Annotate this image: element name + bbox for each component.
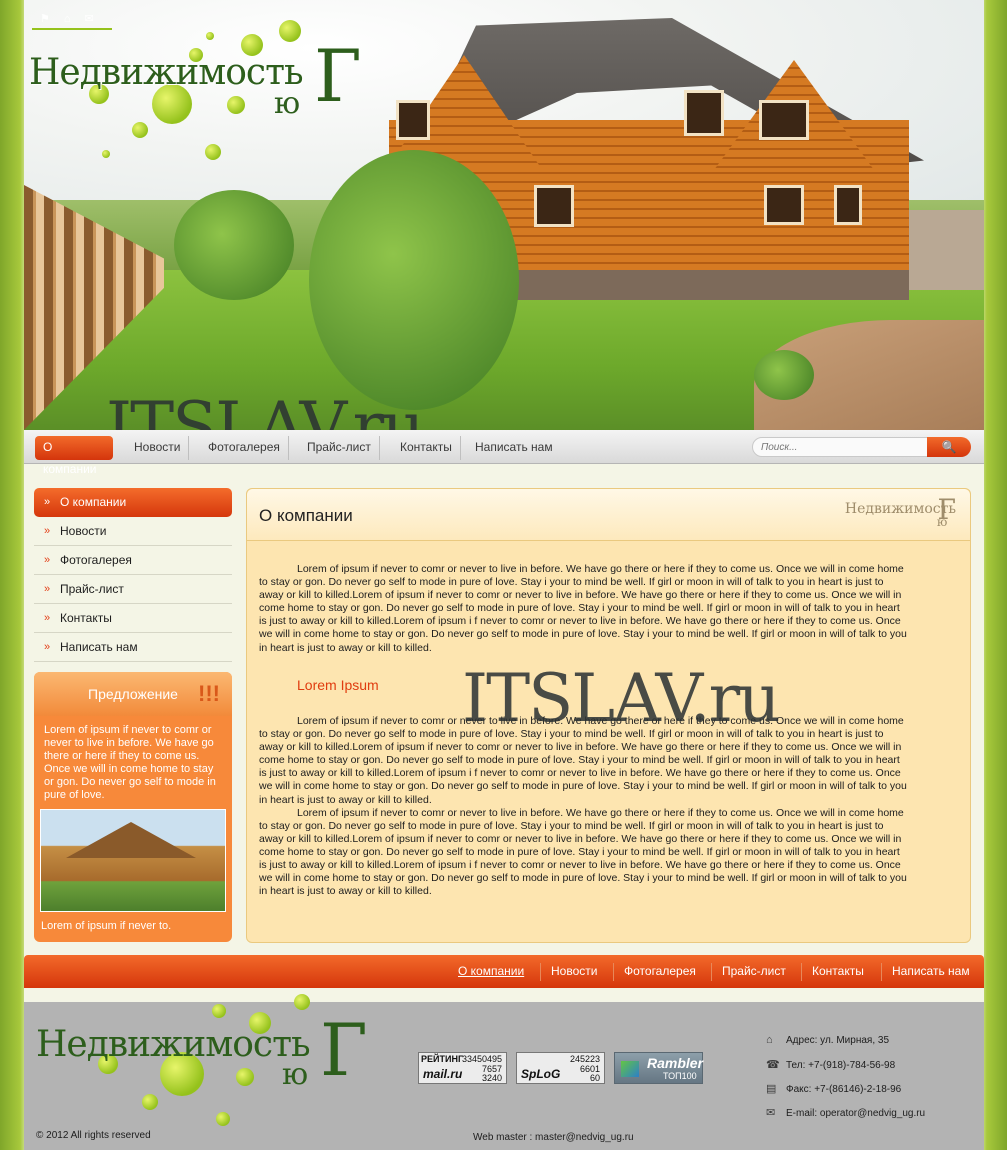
topnav-item-contacts[interactable]: Контакты [392,436,461,460]
footer: Недвижимость ю Г РЕЙТИНГ 33450495 7657 3… [24,994,984,1150]
bottom-nav: О компании Новости Фотогалерея Прайс-лис… [24,955,984,988]
contact-phone: ☎ Тел: +7-(918)-784-56-98 [766,1059,896,1071]
counter-splog[interactable]: 245223 6601 60 SpLoG [516,1052,605,1084]
search-input[interactable] [752,437,930,457]
bottomnav-item-news[interactable]: Новости [540,963,607,981]
header-banner: ⚑ ⌂ ✉ Недвижимость ю Г [24,0,984,430]
bookmark-icon[interactable]: ⚑ [40,10,50,28]
site-logo-yu: ю [274,86,301,121]
arrow-icon: » [44,525,51,537]
sidemenu-item-write[interactable]: » Написать нам [34,633,232,662]
bottomnav-item-write[interactable]: Написать нам [881,963,980,981]
mini-logo: Недвижимость ю Г [844,493,956,529]
site-logo-g: Г [314,34,362,118]
topnav-item-about[interactable]: О компании [35,436,113,476]
contact-fax: ▤ Факс: +7-(86146)-2-18-96 [766,1083,902,1095]
topnav-item-pricelist[interactable]: Прайс-лист [299,436,380,460]
phone-icon: ☎ [766,1059,780,1071]
offer-text: Lorem of ipsum if never to comr or never… [44,724,216,801]
site-logo[interactable]: Недвижимость [29,52,304,93]
content-paragraph-2: Lorem of ipsum if never to comr or never… [259,715,907,898]
top-icons: ⚑ ⌂ ✉ [32,10,112,30]
page: ⚑ ⌂ ✉ Недвижимость ю Г ITSLAV.ru О компа… [24,0,984,1150]
topnav-item-write[interactable]: Написать нам [467,436,561,460]
contact-address: ⌂ Адрес: ул. Мирная, 35 [766,1034,890,1046]
bottomnav-item-gallery[interactable]: Фотогалерея [613,963,706,981]
contact-email[interactable]: ✉ E-mail: operator@nedvig_ug.ru [766,1106,925,1119]
bottomnav-item-about[interactable]: О компании [448,963,534,981]
offer-house-image[interactable] [40,809,226,912]
arrow-icon: » [44,612,51,624]
home-icon[interactable]: ⌂ [64,10,71,28]
content-subheading: Lorem Ipsum [297,677,379,693]
counter-rambler[interactable]: Rambler ТОП100 [614,1052,703,1084]
webmaster-link[interactable]: Web master : master@nedvig_ug.ru [473,1132,634,1143]
mail-icon[interactable]: ✉ [85,10,94,28]
search-box: 🔍 [752,437,971,457]
sidemenu-item-news[interactable]: » Новости [34,517,232,546]
sidemenu-item-about[interactable]: » О компании [34,488,232,517]
arrow-icon: » [44,583,51,595]
search-button[interactable]: 🔍 [927,437,971,457]
offer-box: Предложение !!! Lorem of ipsum if never … [34,672,232,942]
fax-icon: ▤ [766,1083,777,1095]
top-nav: О компании Новости Фотогалерея Прайс-лис… [24,430,984,476]
mail-icon: ✉ [766,1107,776,1119]
bottomnav-item-pricelist[interactable]: Прайс-лист [711,963,796,981]
side-menu: » О компании » Новости » Фотогалерея » Прайс… [34,488,232,662]
watermark: ITSLAV.ru [462,660,781,737]
content-paragraph-1: Lorem of ipsum if never to comr or never… [259,563,907,654]
home-icon: ⌂ [766,1034,773,1046]
page-title: О компании [259,506,353,525]
sidemenu-item-pricelist[interactable]: » Прайс-лист [34,575,232,604]
footer-logo[interactable]: Недвижимость [36,1024,311,1065]
counter-mailru[interactable]: РЕЙТИНГ 33450495 7657 3240 mail.ru [418,1052,507,1084]
sidemenu-item-contacts[interactable]: » Контакты [34,604,232,633]
arrow-icon: » [44,554,51,566]
exclamation-icon: !!! [198,681,220,706]
search-icon: 🔍 [941,440,957,454]
rambler-logo-icon [621,1061,639,1077]
offer-caption[interactable]: Lorem of ipsum if never to. [41,920,171,932]
bottomnav-item-contacts[interactable]: Контакты [801,963,874,981]
arrow-icon: » [44,496,51,508]
sidemenu-item-gallery[interactable]: » Фотогалерея [34,546,232,575]
topnav-item-news[interactable]: Новости [126,436,190,460]
offer-title: Предложение [88,686,178,702]
topnav-item-gallery[interactable]: Фотогалерея [200,436,289,460]
arrow-icon: » [44,641,51,653]
copyright: © 2012 All rights reserved [36,1130,151,1141]
